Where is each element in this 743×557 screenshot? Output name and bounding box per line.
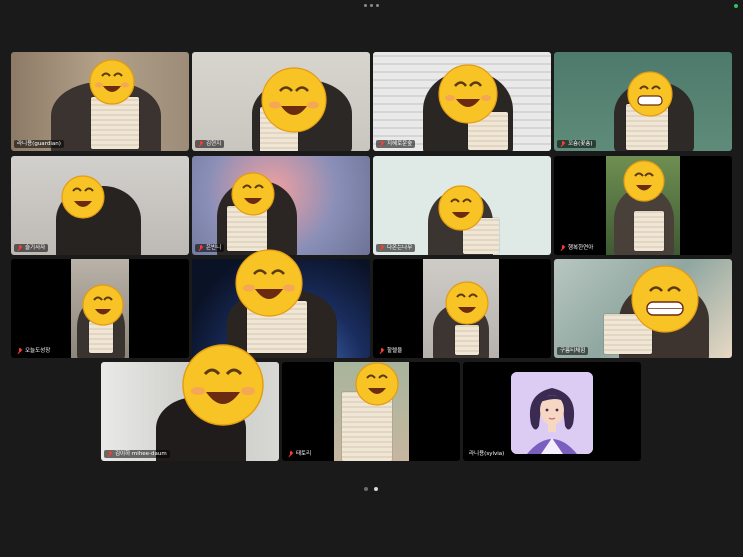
mic-off-icon <box>379 348 385 354</box>
video-tile[interactable]: 슬기사자 <box>11 156 189 255</box>
smiling-face-emoji-icon <box>438 185 484 231</box>
video-tile[interactable]: 행복한연아 <box>554 156 732 255</box>
page-dot[interactable] <box>364 487 368 491</box>
participant-name: 슬기사자 <box>14 244 49 252</box>
mic-off-icon <box>560 141 566 147</box>
video-tile[interactable]: 다온는나무 <box>373 156 551 255</box>
participant-name: 라니용(sylvia) <box>466 450 508 458</box>
video-tile[interactable] <box>192 259 370 358</box>
participant-name: 태토리 <box>285 450 315 458</box>
smiling-face-emoji-icon <box>623 160 665 202</box>
avatar <box>511 372 593 454</box>
video-tile[interactable]: 태토리 <box>282 362 460 461</box>
participant-name: 라니용(guardian) <box>14 140 64 148</box>
smiling-face-emoji-icon <box>355 362 399 406</box>
participant-name: 다온는나무 <box>376 244 416 252</box>
mic-off-icon <box>107 451 113 457</box>
smiling-face-emoji-icon <box>89 59 135 105</box>
video-tile[interactable]: 오늘도성장 <box>11 259 189 358</box>
more-options-icon[interactable] <box>364 4 379 7</box>
participant-name: 오늘도성장 <box>14 347 54 355</box>
video-tile[interactable]: 김현지 <box>192 52 370 151</box>
smiling-face-emoji-icon <box>631 265 699 333</box>
participant-name: 구름티체험 <box>557 347 589 355</box>
participant-name: 은빈니 <box>195 244 225 252</box>
video-tile[interactable]: 할렐율 <box>373 259 551 358</box>
mic-off-icon <box>379 141 385 147</box>
mic-off-icon <box>198 245 204 251</box>
page-dot-current[interactable] <box>374 487 378 491</box>
smiling-face-emoji-icon <box>82 284 124 326</box>
avatar-tile[interactable]: 라니용(sylvia) <box>463 362 641 461</box>
video-tile[interactable]: 은빈니 <box>192 156 370 255</box>
page-indicator[interactable] <box>364 487 378 491</box>
participant-name: 지혜로운숲 <box>376 140 416 148</box>
mic-off-icon <box>288 451 294 457</box>
video-tile[interactable]: 구름티체험 <box>554 259 732 358</box>
smiling-face-emoji-icon <box>445 281 489 325</box>
video-tile[interactable]: 라니용(guardian) <box>11 52 189 151</box>
participant-name: 꼬숑(꽃숑) <box>557 140 596 148</box>
participant-name: 김현지 <box>195 140 225 148</box>
smiling-face-emoji-icon <box>61 175 105 219</box>
participant-name: 할렐율 <box>376 347 406 355</box>
participant-name: 행복한연아 <box>557 244 597 252</box>
mic-off-icon <box>17 245 23 251</box>
status-indicator-icon <box>734 4 738 8</box>
mic-off-icon <box>560 245 566 251</box>
video-tile-active-speaker[interactable]: 지혜로운숲 <box>373 52 551 151</box>
smiling-face-emoji-icon <box>438 64 498 124</box>
smiling-face-emoji-icon <box>231 172 275 216</box>
mic-off-icon <box>198 141 204 147</box>
mic-off-icon <box>17 348 23 354</box>
video-tile[interactable]: 꼬숑(꽃숑) <box>554 52 732 151</box>
smiling-face-emoji-icon <box>261 67 327 133</box>
mic-off-icon <box>379 245 385 251</box>
participant-name: 김이하 mihee-daum <box>104 450 170 458</box>
video-tile[interactable]: 김이하 mihee-daum <box>101 362 279 461</box>
smiling-face-emoji-icon <box>627 71 673 117</box>
